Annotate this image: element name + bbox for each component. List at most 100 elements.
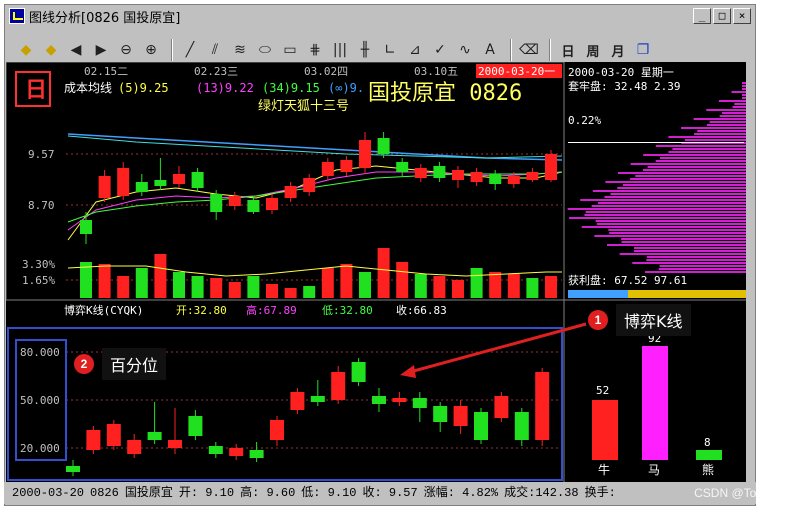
rectangle-tool-icon[interactable]: ▭ — [279, 39, 301, 61]
arrow-right-icon[interactable]: ▶ — [90, 39, 112, 61]
chip-bar — [718, 100, 746, 102]
price-candle — [377, 138, 390, 154]
game-candle — [168, 440, 182, 448]
game-candle — [106, 424, 121, 446]
text-tool-icon[interactable]: A — [479, 39, 501, 61]
grid-lines-icon[interactable]: ╫ — [354, 39, 376, 61]
zoom-in-icon[interactable]: ⊕ — [140, 39, 162, 61]
stock-label: 国投原宜 0826 — [368, 81, 522, 106]
volume-bar — [321, 268, 334, 298]
vertical-lines-icon[interactable]: ||| — [329, 39, 351, 61]
chip-bar — [635, 175, 746, 177]
volume-bar — [526, 278, 539, 298]
parallel-line-icon[interactable]: ⫽ — [204, 39, 226, 61]
bear-bar — [696, 450, 722, 460]
chip-bar — [647, 166, 746, 168]
chip-bar — [742, 82, 746, 84]
sub-open: 开:32.80 — [176, 304, 227, 317]
volume-bar — [173, 272, 185, 298]
title-bar: 图线分析[0826 国投原宜] _ □ × — [5, 5, 755, 27]
minimize-button[interactable]: _ — [693, 8, 711, 24]
volume-bar — [303, 286, 316, 298]
zoom-out-icon[interactable]: ⊖ — [115, 39, 137, 61]
chip-bar — [721, 112, 746, 114]
game-candle — [127, 440, 142, 454]
move-left-icon[interactable]: ◆ — [15, 39, 37, 61]
chart-area[interactable]: 日 02.15二 02.23三 03.02四 03.10五 2000-03-20… — [5, 61, 748, 482]
period-day-button[interactable]: 日 — [557, 39, 579, 61]
chip-bar — [668, 136, 746, 138]
volume-bar — [489, 272, 502, 298]
chip-bar — [633, 250, 746, 252]
price-candle — [303, 178, 316, 192]
chip-bar — [719, 115, 746, 117]
period-week-button[interactable]: 周 — [582, 39, 604, 61]
status-close: 收: 9.57 — [362, 486, 418, 500]
ma13-value: (13)9.22 — [196, 81, 254, 95]
volume-bar — [117, 276, 130, 298]
chip-bar — [709, 121, 746, 123]
date-label: 02.15二 — [84, 65, 128, 78]
arrow-left-icon[interactable]: ◀ — [65, 39, 87, 61]
line-tool-icon[interactable]: ╱ — [179, 39, 201, 61]
horse-bar — [642, 346, 668, 460]
eraser-icon[interactable]: ⌫ — [518, 39, 540, 61]
angle-tool-icon[interactable]: ∟ — [379, 39, 401, 61]
chip-bar — [644, 271, 746, 273]
sub-close: 收:66.83 — [396, 303, 447, 317]
angle-line-icon[interactable]: ⊿ — [404, 39, 426, 61]
chip-bar — [610, 193, 746, 195]
chip-bar — [697, 130, 746, 132]
volume-bar — [284, 288, 297, 298]
sub-high: 高:67.89 — [246, 303, 297, 317]
chip-bar — [591, 205, 746, 207]
game-candle — [208, 446, 223, 454]
check-tool-icon[interactable]: ✓ — [429, 39, 451, 61]
wave-tool-icon[interactable]: ∿ — [454, 39, 476, 61]
period-month-button[interactable]: 月 — [607, 39, 629, 61]
chip-bar — [684, 139, 746, 141]
side-profit-label: 获利盘: 67.52 97.61 — [568, 273, 687, 287]
chip-bar — [621, 241, 746, 243]
volume-bar — [266, 284, 278, 298]
pct-tick: 1.65% — [22, 274, 55, 287]
close-button[interactable]: × — [733, 8, 751, 24]
game-candle — [535, 372, 550, 440]
ellipse-tool-icon[interactable]: ⬭ — [254, 39, 276, 61]
callout-label: 博弈K线 — [616, 304, 691, 336]
maximize-button[interactable]: □ — [713, 8, 731, 24]
price-candle — [284, 186, 297, 198]
status-high: 高: 9.60 — [240, 486, 296, 500]
ma-cyan-line — [67, 135, 563, 159]
game-candle — [331, 372, 346, 400]
sub-low: 低:32.80 — [322, 304, 373, 317]
status-volume: 成交:142.38 — [504, 486, 579, 500]
price-candle — [321, 162, 334, 176]
chip-bar — [734, 103, 746, 105]
price-candle — [135, 182, 148, 192]
chip-bar — [668, 151, 746, 153]
chip-distribution — [567, 82, 746, 273]
game-candle — [229, 448, 244, 456]
game-candle — [270, 420, 284, 440]
chip-current-line — [568, 142, 744, 143]
chip-bar — [706, 109, 746, 111]
fan-line-icon[interactable]: ≋ — [229, 39, 251, 61]
volume-bar — [396, 262, 409, 298]
game-candle — [249, 450, 264, 458]
ma34-value: (34)9.15 — [262, 81, 320, 95]
cross-line-icon[interactable]: ⋕ — [304, 39, 326, 61]
price-candle — [266, 198, 278, 210]
date-label: 02.23三 — [194, 65, 238, 78]
chip-bar — [632, 262, 746, 264]
chip-bar — [598, 202, 746, 204]
chip-bar — [659, 265, 746, 267]
volume-bar — [228, 282, 241, 298]
toolbar: ◆ ◆ ◀ ▶ ⊖ ⊕ ╱ ⫽ ≋ ⬭ ▭ ⋕ ||| ╫ ∟ ⊿ ✓ ∿ A … — [5, 35, 755, 65]
status-bar: 2000-03-20 0826 国投原宜 开: 9.10 高: 9.60 低: … — [4, 482, 756, 504]
move-right-icon[interactable]: ◆ — [40, 39, 62, 61]
horse-label: 马 — [648, 463, 660, 477]
price-candle — [228, 196, 241, 206]
window-layout-icon[interactable]: ❐ — [632, 39, 654, 61]
bull-value: 52 — [596, 384, 609, 397]
